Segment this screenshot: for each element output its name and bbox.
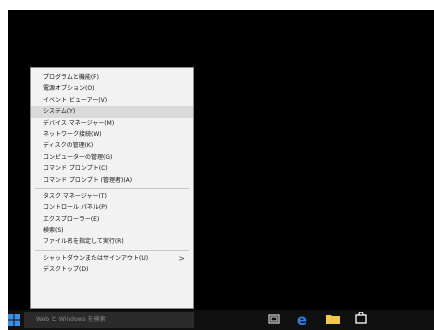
winx-context-menu: プログラムと機能(F) 電源オプション(O) イベント ビューアー(V) システ…: [30, 67, 194, 309]
store-icon[interactable]: [352, 311, 370, 328]
menu-item-control-panel[interactable]: コントロール パネル(P): [31, 202, 193, 213]
menu-item-desktop[interactable]: デスクトップ(D): [31, 264, 193, 275]
windows-logo-icon[interactable]: [8, 314, 22, 326]
menu-item-system[interactable]: システム(Y): [31, 106, 193, 118]
menu-item-power-options[interactable]: 電源オプション(O): [31, 83, 193, 94]
menu-item-search[interactable]: 検索(S): [31, 225, 193, 236]
menu-item-network-connections[interactable]: ネットワーク接続(W): [31, 129, 193, 140]
folder-icon-svg: [326, 315, 340, 324]
menu-separator: [35, 187, 189, 189]
windows-logo-icon-svg: [8, 314, 20, 326]
menu-item-device-manager[interactable]: デバイス マネージャー(M): [31, 118, 193, 129]
store-bag-icon-svg: [355, 311, 367, 324]
menu-item-command-prompt[interactable]: コマンド プロンプト(C): [31, 163, 193, 174]
menu-item-task-manager[interactable]: タスク マネージャー(T): [31, 191, 193, 202]
menu-item-file-explorer[interactable]: エクスプローラー(E): [31, 214, 193, 225]
screen: プログラムと機能(F) 電源オプション(O) イベント ビューアー(V) システ…: [0, 0, 434, 330]
menu-item-run[interactable]: ファイル名を指定して実行(R): [31, 236, 193, 247]
file-explorer-icon[interactable]: [324, 312, 342, 328]
search-input[interactable]: Web と Windows を検索: [24, 312, 194, 328]
menu-item-command-prompt-admin[interactable]: コマンド プロンプト (管理者)(A): [31, 175, 193, 186]
menu-item-disk-management[interactable]: ディスクの管理(K): [31, 140, 193, 151]
menu-item-computer-management[interactable]: コンピューターの管理(G): [31, 152, 193, 163]
task-view-icon-svg: [268, 314, 280, 324]
menu-item-shutdown-signout[interactable]: シャットダウンまたはサインアウト(U) >: [31, 253, 193, 264]
menu-item-programs-features[interactable]: プログラムと機能(F): [31, 72, 193, 83]
task-view-icon[interactable]: [266, 312, 282, 328]
chevron-right-icon: >: [178, 253, 185, 263]
menu-item-label: シャットダウンまたはサインアウト(U): [43, 254, 149, 262]
edge-icon[interactable]: e: [294, 312, 310, 328]
menu-item-event-viewer[interactable]: イベント ビューアー(V): [31, 95, 193, 106]
menu-separator: [35, 249, 189, 251]
